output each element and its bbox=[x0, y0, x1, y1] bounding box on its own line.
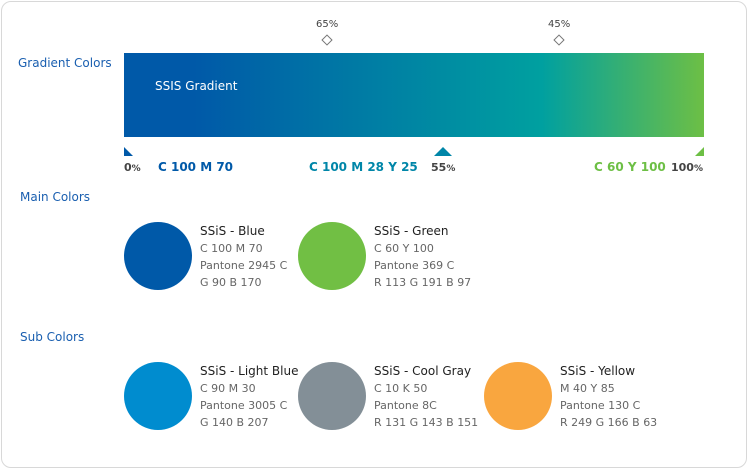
swatch-spec: Pantone 8C bbox=[374, 399, 437, 412]
swatch-spec: R 249 G 166 B 63 bbox=[560, 416, 658, 429]
gradient-bar bbox=[124, 53, 704, 137]
swatch-spec: R 131 G 143 B 151 bbox=[374, 416, 479, 429]
sub-colors-heading: Sub Colors bbox=[20, 330, 85, 344]
swatch-name: SSiS - Cool Gray bbox=[374, 364, 472, 378]
position-100: 100% bbox=[671, 161, 703, 174]
right-stop-marker-icon bbox=[695, 147, 704, 156]
swatch-spec: C 90 M 30 bbox=[200, 382, 256, 395]
cmyk-label-blue: C 100 M 70 bbox=[158, 160, 234, 174]
swatch-green bbox=[298, 222, 366, 290]
left-stop-marker-icon bbox=[124, 147, 133, 156]
swatch-spec: G 90 B 170 bbox=[200, 276, 262, 289]
swatch-info-green: SSiS - Green C 60 Y 100 Pantone 369 C R … bbox=[374, 223, 471, 291]
swatch-name: SSiS - Green bbox=[374, 224, 449, 238]
swatch-name: SSiS - Light Blue bbox=[200, 364, 299, 378]
swatch-name: SSiS - Blue bbox=[200, 224, 265, 238]
position-0: 0% bbox=[124, 161, 141, 174]
swatch-spec: C 60 Y 100 bbox=[374, 242, 434, 255]
swatch-spec: M 40 Y 85 bbox=[560, 382, 615, 395]
swatch-spec: Pantone 3005 C bbox=[200, 399, 288, 412]
swatch-spec: Pantone 2945 C bbox=[200, 259, 288, 272]
position-55: 55% bbox=[431, 161, 456, 174]
swatch-spec: R 113 G 191 B 97 bbox=[374, 276, 472, 289]
swatch-spec: C 100 M 70 bbox=[200, 242, 263, 255]
swatch-spec: Pantone 369 C bbox=[374, 259, 455, 272]
top-stop-45: 45% bbox=[548, 19, 571, 30]
swatch-blue bbox=[124, 222, 192, 290]
swatch-light-blue bbox=[124, 362, 192, 430]
swatch-info-yellow: SSiS - Yellow M 40 Y 85 Pantone 130 C R … bbox=[560, 363, 657, 431]
swatch-info-blue: SSiS - Blue C 100 M 70 Pantone 2945 C G … bbox=[200, 223, 287, 291]
cmyk-label-green: C 60 Y 100 bbox=[594, 160, 666, 174]
cmyk-label-teal: C 100 M 28 Y 25 bbox=[309, 160, 418, 174]
swatch-spec: Pantone 130 C bbox=[560, 399, 641, 412]
swatch-spec: G 140 B 207 bbox=[200, 416, 269, 429]
swatch-spec: C 10 K 50 bbox=[374, 382, 428, 395]
swatch-cool-gray bbox=[298, 362, 366, 430]
main-colors-heading: Main Colors bbox=[20, 190, 91, 204]
swatch-info-light-blue: SSiS - Light Blue C 90 M 30 Pantone 3005… bbox=[200, 363, 298, 431]
mid-stop-marker-icon bbox=[434, 147, 452, 156]
gradient-colors-heading: Gradient Colors bbox=[18, 56, 112, 70]
swatch-name: SSiS - Yellow bbox=[560, 364, 636, 378]
top-stop-65: 65% bbox=[316, 19, 339, 30]
swatch-yellow bbox=[484, 362, 552, 430]
gradient-title: SSIS Gradient bbox=[155, 79, 238, 93]
swatch-info-cool-gray: SSiS - Cool Gray C 10 K 50 Pantone 8C R … bbox=[374, 363, 478, 431]
